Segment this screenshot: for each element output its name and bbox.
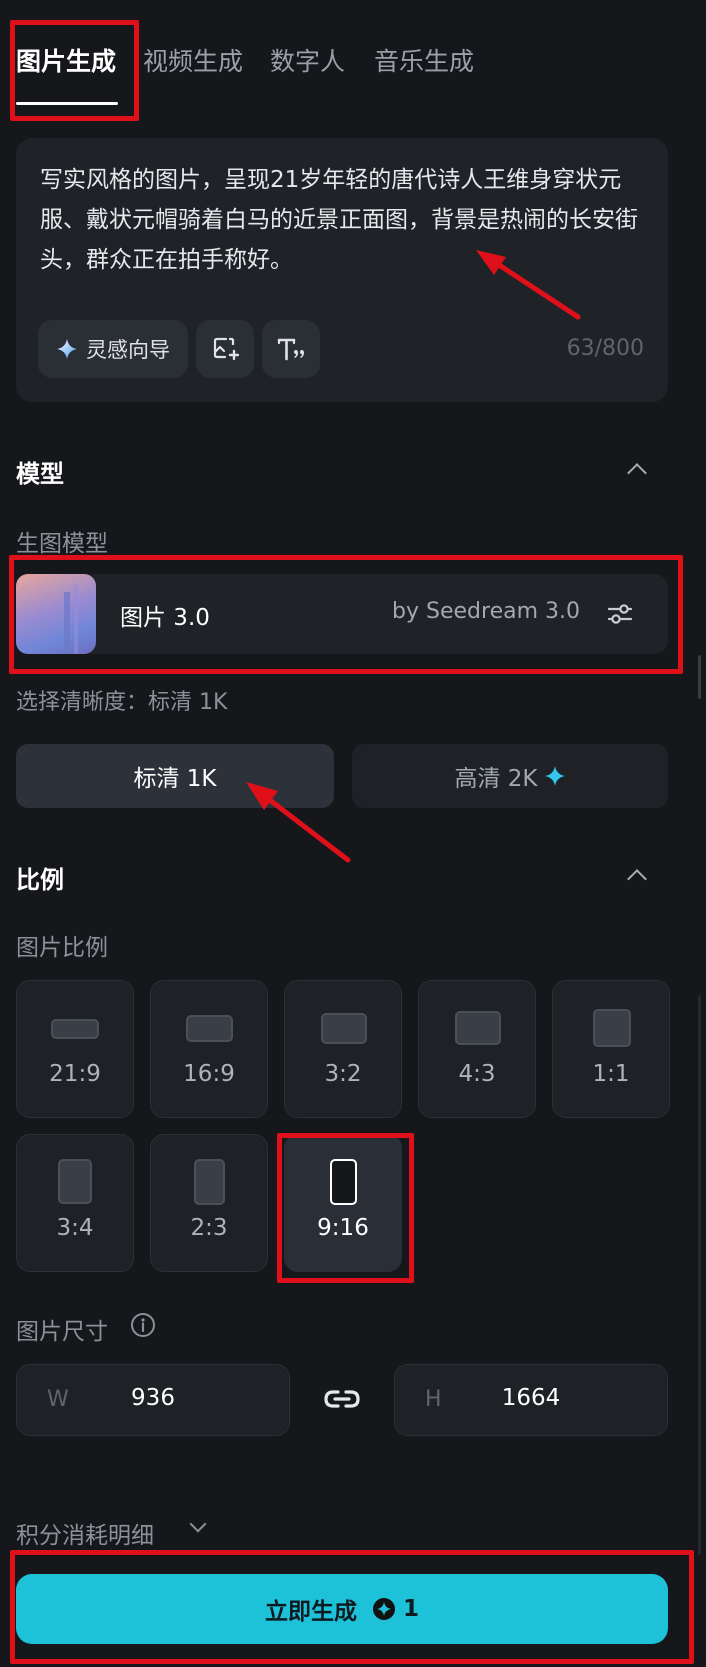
ratio-label: 3:4 xyxy=(56,1215,94,1241)
ratio-label: 21:9 xyxy=(49,1061,101,1087)
ratio-1-1-option[interactable]: 1:1 xyxy=(552,980,670,1118)
quality-sd-label: 标清 1K xyxy=(133,766,217,792)
character-counter: 63/800 xyxy=(566,336,644,361)
collapse-model-chevron-icon[interactable] xyxy=(627,463,647,483)
text-style-button[interactable] xyxy=(262,320,320,378)
ratio-3-4-shape xyxy=(58,1159,92,1204)
width-input[interactable]: W 936 xyxy=(16,1364,290,1436)
annotation-arrow-quality xyxy=(246,782,351,863)
scrollbar-thumb[interactable] xyxy=(698,655,701,699)
collapse-ratio-chevron-icon[interactable] xyxy=(627,869,647,889)
height-input[interactable]: H 1664 xyxy=(394,1364,668,1436)
width-value: 936 xyxy=(131,1385,175,1411)
quality-label: 选择清晰度：标清 1K xyxy=(16,690,228,715)
height-value: 1664 xyxy=(501,1385,561,1411)
ratio-label: 1:1 xyxy=(592,1061,630,1087)
ratio-label: 2:3 xyxy=(190,1215,228,1241)
add-image-icon xyxy=(213,337,239,361)
ratio-3-4-option[interactable]: 3:4 xyxy=(16,1134,134,1272)
tab-digital-human[interactable]: 数字人 xyxy=(270,42,345,78)
annotation-box-generate xyxy=(10,1550,694,1664)
link-aspect-icon[interactable] xyxy=(322,1384,362,1414)
sparkle-icon xyxy=(57,339,77,359)
inspiration-guide-button[interactable]: 灵感向导 xyxy=(38,320,188,378)
info-icon[interactable] xyxy=(130,1312,156,1338)
ratio-3-2-option[interactable]: 3:2 xyxy=(284,980,402,1118)
ratio-21-9-shape xyxy=(51,1019,99,1039)
image-size-label: 图片尺寸 xyxy=(16,1319,108,1345)
quality-hd-2k-button[interactable]: 高清 2K xyxy=(352,744,668,808)
text-quote-icon xyxy=(277,338,304,361)
ratio-section-title: 比例 xyxy=(16,866,64,894)
ratio-2-3-shape xyxy=(194,1159,225,1205)
ratio-label: 4:3 xyxy=(458,1061,496,1087)
ratio-label: 16:9 xyxy=(183,1061,235,1087)
premium-sparkle-icon xyxy=(544,766,565,786)
credits-detail-toggle[interactable]: 积分消耗明细 xyxy=(16,1516,154,1550)
image-model-label: 生图模型 xyxy=(16,531,108,557)
ratio-4-3-option[interactable]: 4:3 xyxy=(418,980,536,1118)
ratio-4-3-shape xyxy=(455,1011,501,1045)
model-section-title: 模型 xyxy=(16,460,64,488)
ratio-2-3-option[interactable]: 2:3 xyxy=(150,1134,268,1272)
ratio-label: 3:2 xyxy=(324,1061,362,1087)
quality-hd-label: 高清 2K xyxy=(454,766,538,792)
ratio-1-1-shape xyxy=(593,1009,631,1047)
annotation-arrow-prompt xyxy=(476,250,581,320)
ratio-16-9-option[interactable]: 16:9 xyxy=(150,980,268,1118)
ratio-3-2-shape xyxy=(321,1013,367,1044)
tab-music-generation[interactable]: 音乐生成 xyxy=(374,42,474,78)
ratio-16-9-shape xyxy=(186,1015,233,1042)
annotation-box-model xyxy=(9,555,683,674)
image-ratio-label: 图片比例 xyxy=(16,935,108,961)
tab-video-generation[interactable]: 视频生成 xyxy=(143,42,243,78)
inspiration-guide-label: 灵感向导 xyxy=(86,338,170,362)
chevron-down-icon[interactable] xyxy=(189,1515,207,1533)
annotation-box-tab xyxy=(10,20,139,121)
annotation-box-ratio xyxy=(277,1133,414,1283)
add-reference-image-button[interactable] xyxy=(196,320,254,378)
ratio-21-9-option[interactable]: 21:9 xyxy=(16,980,134,1118)
scrollbar-track[interactable] xyxy=(698,995,701,1555)
